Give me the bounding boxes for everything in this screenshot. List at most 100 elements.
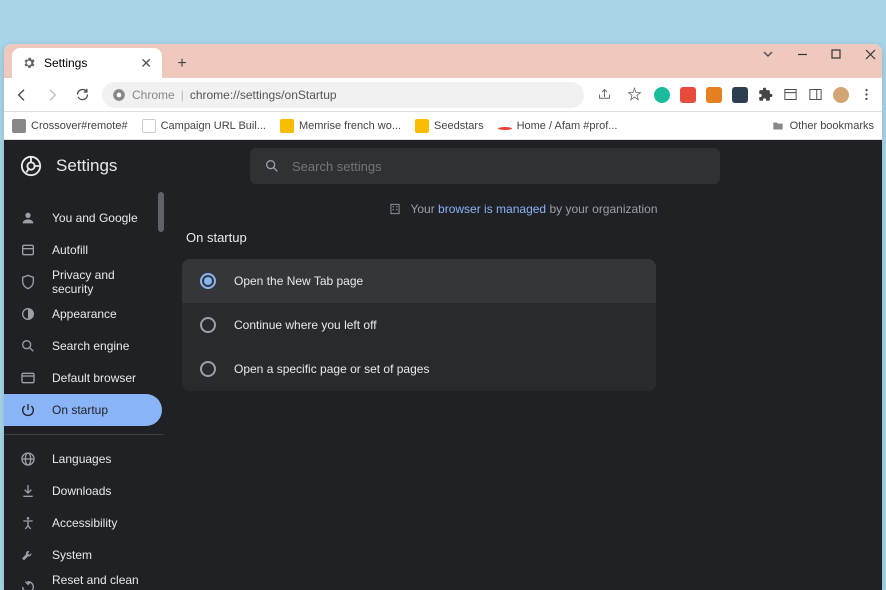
settings-header: Settings	[4, 140, 882, 192]
reading-list-icon[interactable]	[783, 87, 798, 102]
settings-title: Settings	[56, 156, 117, 176]
startup-options-card: Open the New Tab page Continue where you …	[182, 259, 656, 391]
browser-icon	[20, 370, 36, 386]
sidebar-item-privacy-and-security[interactable]: Privacy and security	[4, 266, 164, 298]
section-title: On startup	[182, 230, 864, 245]
maximize-button[interactable]	[830, 48, 842, 60]
settings-content: Settings You and Google Autofill Privacy a…	[4, 140, 882, 590]
radio-label: Open the New Tab page	[234, 274, 363, 288]
reload-button[interactable]	[72, 85, 92, 105]
extension-icon[interactable]	[680, 87, 696, 103]
managed-banner: Your browser is managed by your organiza…	[182, 202, 864, 216]
sidebar-item-default-browser[interactable]: Default browser	[4, 362, 164, 394]
extension-icon[interactable]	[654, 87, 670, 103]
extension-icon[interactable]	[706, 87, 722, 103]
search-settings-box[interactable]	[250, 148, 720, 184]
menu-icon[interactable]	[859, 87, 874, 102]
bookmark-item[interactable]: Memrise french wo...	[280, 119, 401, 133]
browser-window: Settings ✕ + Chrome | chrome://settings/…	[4, 44, 882, 590]
chrome-icon	[112, 88, 126, 102]
sidebar-item-system[interactable]: System	[4, 539, 164, 571]
person-icon	[20, 210, 36, 226]
startup-option[interactable]: Open the New Tab page	[182, 259, 656, 303]
download-icon	[20, 483, 36, 499]
forward-button[interactable]	[42, 85, 62, 105]
bookmark-item[interactable]: Campaign URL Buil...	[142, 119, 266, 133]
sidebar-item-downloads[interactable]: Downloads	[4, 475, 164, 507]
sidebar-item-appearance[interactable]: Appearance	[4, 298, 164, 330]
radio-button[interactable]	[200, 361, 216, 377]
shield-icon	[20, 274, 36, 290]
bookmark-item[interactable]: Home / Afam #prof...	[498, 120, 618, 132]
managed-link[interactable]: browser is managed	[438, 202, 546, 216]
sidebar-item-label: Downloads	[52, 484, 111, 498]
sidebar-item-label: You and Google	[52, 211, 138, 225]
close-window-button[interactable]	[864, 48, 876, 60]
url-path: chrome://settings/onStartup	[190, 88, 337, 102]
tab-title: Settings	[44, 56, 87, 70]
puzzle-icon[interactable]	[758, 87, 773, 102]
appearance-icon	[20, 306, 36, 322]
settings-main: Your browser is managed by your organiza…	[164, 140, 882, 590]
extension-icon[interactable]	[732, 87, 748, 103]
toolbar: Chrome | chrome://settings/onStartup	[4, 78, 882, 112]
extensions-area	[654, 87, 874, 103]
new-tab-button[interactable]: +	[168, 50, 196, 78]
side-panel-icon[interactable]	[808, 87, 823, 102]
startup-option[interactable]: Continue where you left off	[182, 303, 656, 347]
a11y-icon	[20, 515, 36, 531]
bookmark-item[interactable]: Seedstars	[415, 119, 484, 133]
sidebar-item-on-startup[interactable]: On startup	[4, 394, 162, 426]
sidebar-item-reset-and-clean-up[interactable]: Reset and clean up	[4, 571, 164, 590]
url-scheme: Chrome	[132, 88, 175, 102]
search-icon	[264, 158, 280, 174]
search-settings-input[interactable]	[292, 159, 706, 174]
startup-option[interactable]: Open a specific page or set of pages	[182, 347, 656, 391]
tab-strip: Settings ✕ +	[4, 44, 882, 78]
minimize-button[interactable]	[796, 48, 808, 60]
search-icon	[20, 338, 36, 354]
bookmark-item[interactable]: Crossover#remote#	[12, 119, 128, 133]
star-bookmark-icon[interactable]	[624, 85, 644, 105]
settings-sidebar: You and Google Autofill Privacy and securi…	[4, 140, 164, 590]
sidebar-item-label: Reset and clean up	[52, 573, 148, 590]
scrollbar-thumb[interactable]	[158, 192, 164, 232]
power-icon	[20, 402, 36, 418]
building-icon	[388, 202, 402, 216]
other-bookmarks[interactable]: Other bookmarks	[771, 119, 874, 133]
sidebar-item-label: Privacy and security	[52, 268, 148, 296]
divider	[4, 434, 164, 435]
folder-icon	[771, 119, 785, 133]
bookmarks-bar: Crossover#remote# Campaign URL Buil... M…	[4, 112, 882, 140]
radio-label: Open a specific page or set of pages	[234, 362, 429, 376]
sidebar-item-label: System	[52, 548, 92, 562]
share-icon[interactable]	[594, 85, 614, 105]
sidebar-item-label: On startup	[52, 403, 108, 417]
radio-button[interactable]	[200, 273, 216, 289]
address-bar[interactable]: Chrome | chrome://settings/onStartup	[102, 82, 584, 108]
radio-label: Continue where you left off	[234, 318, 377, 332]
reset-icon	[20, 579, 36, 590]
globe-icon	[20, 451, 36, 467]
chevron-down-icon[interactable]	[762, 48, 774, 60]
sidebar-item-search-engine[interactable]: Search engine	[4, 330, 164, 362]
sidebar-item-languages[interactable]: Languages	[4, 443, 164, 475]
sidebar-item-label: Appearance	[52, 307, 117, 321]
sidebar-item-label: Languages	[52, 452, 111, 466]
sidebar-item-you-and-google[interactable]: You and Google	[4, 202, 164, 234]
chrome-logo-icon	[20, 155, 42, 177]
wrench-icon	[20, 547, 36, 563]
sidebar-item-accessibility[interactable]: Accessibility	[4, 507, 164, 539]
sidebar-item-label: Autofill	[52, 243, 88, 257]
sidebar-item-label: Default browser	[52, 371, 136, 385]
sidebar-item-autofill[interactable]: Autofill	[4, 234, 164, 266]
tab-settings[interactable]: Settings ✕	[12, 48, 162, 78]
radio-button[interactable]	[200, 317, 216, 333]
avatar[interactable]	[833, 87, 849, 103]
sidebar-item-label: Accessibility	[52, 516, 117, 530]
autofill-icon	[20, 242, 36, 258]
sidebar-item-label: Search engine	[52, 339, 129, 353]
close-tab-button[interactable]: ✕	[140, 55, 152, 72]
gear-icon	[22, 56, 36, 70]
back-button[interactable]	[12, 85, 32, 105]
